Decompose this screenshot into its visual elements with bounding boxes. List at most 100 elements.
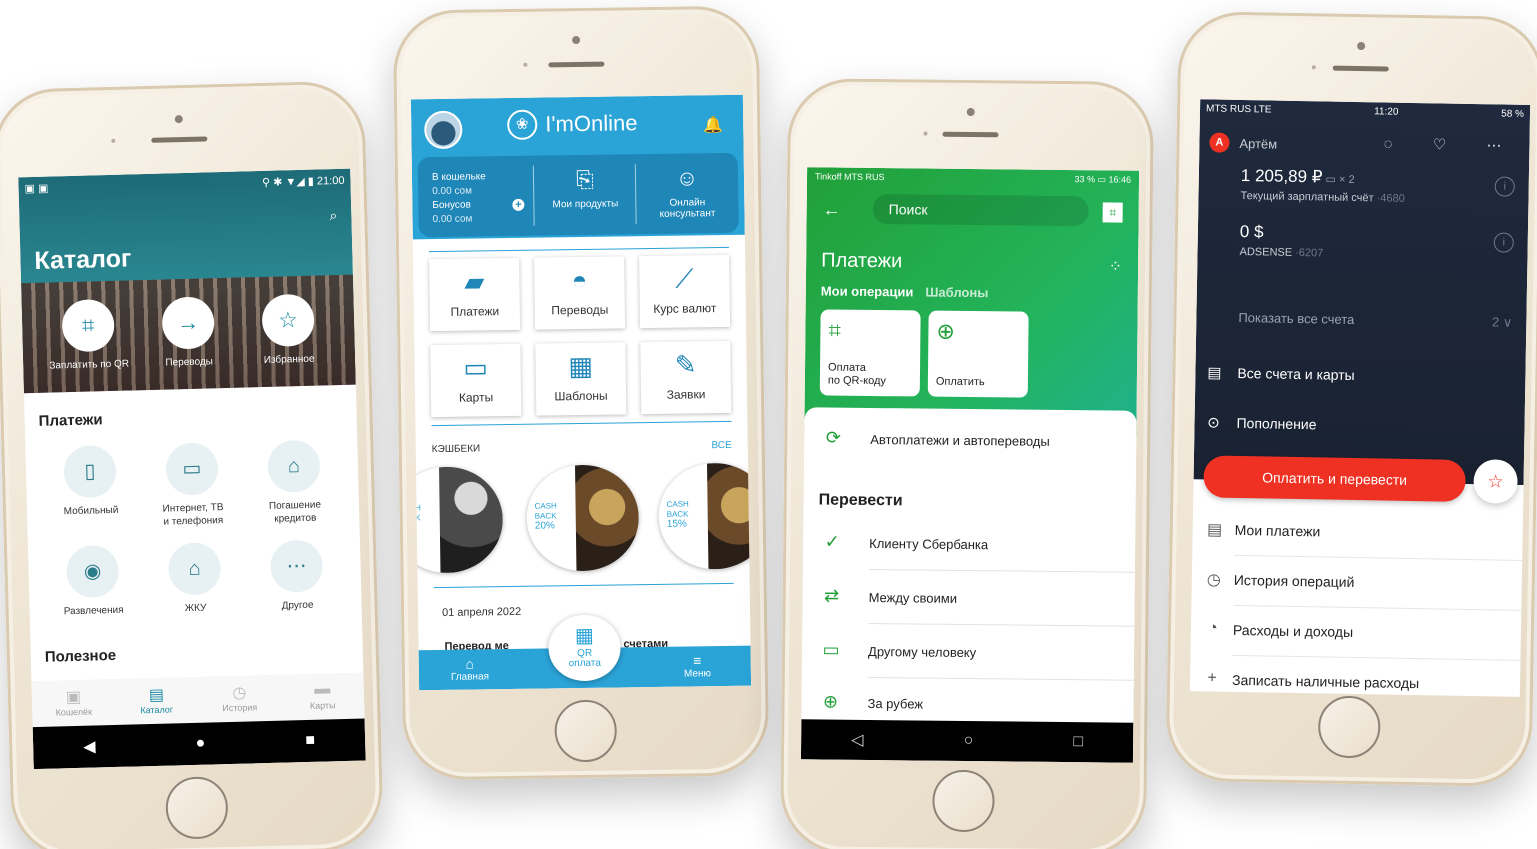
transfer-row-own-accounts[interactable]: ⇄ Между своими — [802, 571, 1135, 627]
menu-item-history[interactable]: ◷ История операций — [1191, 555, 1522, 611]
screen: MTS RUS LTE 11:20 58 % А Артём ◌ ♡ ⋯ 1 2… — [1189, 99, 1531, 697]
category-mobile[interactable]: ▯ Мобильный — [39, 444, 141, 519]
star-icon[interactable]: ☆ — [1473, 459, 1518, 504]
all-accounts-row[interactable]: ▤ Все счета и карты — [1205, 363, 1355, 384]
home-button[interactable] — [1317, 695, 1381, 759]
grid-icon[interactable]: ⁘ — [1109, 256, 1123, 276]
category-utilities[interactable]: ⌂ ЖКУ — [144, 542, 246, 617]
info-icon[interactable]: i — [1493, 232, 1514, 253]
qr-payment-card[interactable]: ⌗ Оплата по QR-коду — [819, 309, 921, 397]
back-icon[interactable]: ◁ — [851, 730, 864, 750]
divider — [431, 420, 732, 427]
home-button[interactable] — [932, 769, 995, 833]
tab-label: Главная — [450, 671, 490, 683]
home-button[interactable] — [554, 699, 618, 763]
tab-history[interactable]: ◷ История — [197, 675, 281, 723]
home-icon[interactable]: ○ — [964, 732, 974, 750]
category-label: ЖКУ — [184, 602, 207, 615]
cashback-card[interactable]: CASH BACK 15% — [657, 462, 752, 570]
recents-icon[interactable]: ■ — [305, 732, 315, 750]
home-button[interactable] — [165, 776, 229, 840]
app-name: I'mOnline — [545, 110, 638, 137]
category-internet-tv[interactable]: ▭ Интернет, ТВ и телефония — [141, 442, 243, 530]
menu-item-cash-expenses[interactable]: + Записать наличные расходы — [1190, 655, 1521, 697]
menu-item-expenses-income[interactable]: ◔ Расходы и доходы — [1191, 605, 1522, 661]
refresh-icon: ⟳ — [825, 427, 841, 448]
category-entertainment[interactable]: ◉ Развлечения — [42, 544, 144, 619]
tile-cards[interactable]: ▭ Карты — [430, 343, 522, 418]
account-balance[interactable]: 0 $ — [1240, 222, 1264, 242]
cashback-card[interactable]: CASH BACK 3% — [410, 466, 504, 574]
payments-header: Tinkoff MTS RUS 33 % ▭ 16:46 ← Поиск ⌗ П… — [804, 167, 1140, 436]
tile-currency-rates[interactable]: ⟋ Курс валют — [639, 254, 731, 329]
back-icon[interactable]: ◀ — [83, 737, 96, 757]
header-action-icons[interactable]: ◌ ♡ ⋯ — [1384, 134, 1520, 154]
back-arrow-icon[interactable]: ← — [823, 199, 841, 220]
status-carrier: MTS RUS LTE — [1205, 102, 1272, 115]
show-all-accounts-link[interactable]: Показать все счета — [1238, 310, 1354, 327]
search-icon[interactable]: ⌕ — [329, 207, 337, 224]
info-icon[interactable]: i — [1494, 176, 1515, 197]
quick-action-qr[interactable]: ⌗ Заплатить по QR — [49, 298, 129, 372]
status-carrier: Tinkoff MTS RUS — [814, 171, 885, 183]
my-products-button[interactable]: ⎘ Мои продукты — [534, 154, 637, 235]
consultant-button[interactable]: ☺ Онлайн консультант — [636, 153, 739, 234]
menu-item-my-payments[interactable]: ▤ Мои платежи — [1192, 505, 1523, 561]
wallet-summary[interactable]: В кошельке 0.00 сом Бонусов 0.00 сом + — [418, 156, 535, 238]
phone-catalog: ▣ ▣ ⚲ ✱ ▼◢ ▮ 21:00 ⌕ Каталог ⌗ Заплатить… — [0, 80, 385, 849]
tab-templates[interactable]: Шаблоны — [925, 285, 988, 301]
tab-home[interactable]: ⌂ Главная — [451, 655, 489, 683]
cashback-card[interactable]: CASH BACK 20% — [526, 464, 640, 572]
cashback-all-link[interactable]: ВСЕ — [711, 440, 731, 451]
quick-action-transfers[interactable]: → Переводы — [157, 296, 219, 369]
account-panel: В кошельке 0.00 сом Бонусов 0.00 сом + ⎘… — [417, 152, 739, 238]
pay-card[interactable]: ⊕ Оплатить — [927, 310, 1029, 398]
transfer-row-other-person[interactable]: ▭ Другому человеку — [802, 625, 1135, 681]
search-input[interactable]: Поиск — [872, 193, 1089, 227]
avatar[interactable] — [424, 110, 463, 150]
swap-icon: ⇄ — [824, 585, 840, 606]
wallet-value: 0.00 сом — [432, 185, 473, 198]
divider — [429, 246, 729, 253]
category-other[interactable]: ⋯ Другое — [246, 539, 348, 614]
home-icon: ⌂ — [465, 655, 475, 672]
tile-requests[interactable]: ✎ Заявки — [640, 340, 732, 415]
screen: ❀ I'mOnline 🔔 В кошельке 0.00 сом Бонусо… — [410, 94, 752, 691]
clock-icon: ◷ — [232, 684, 247, 702]
accounts-count[interactable]: 2 ∨ — [1492, 314, 1513, 330]
tab-my-operations[interactable]: Мои операции — [821, 283, 914, 299]
tabs: Мои операции Шаблоны — [821, 283, 989, 300]
cashback-percent: 20% — [534, 520, 555, 532]
tab-label: Меню — [683, 668, 712, 680]
tab-wallet[interactable]: ▣ Кошелёк — [31, 679, 115, 727]
tile-templates[interactable]: ▦ Шаблоны — [535, 342, 627, 416]
tab-menu[interactable]: ≡ Меню — [684, 652, 711, 679]
menu-item-label: Расходы и доходы — [1232, 621, 1354, 641]
add-icon[interactable]: + — [512, 198, 525, 211]
transfer-row-sber-client[interactable]: ✓ Клиенту Сбербанка — [803, 517, 1136, 573]
tab-cards[interactable]: ▬ Карты — [280, 672, 364, 720]
cards-icon: ▤ — [1207, 364, 1222, 382]
bell-icon[interactable]: 🔔 — [703, 115, 723, 135]
wallet-icon: ▣ — [65, 688, 82, 707]
home-icon[interactable]: ● — [195, 735, 205, 753]
tile-payments[interactable]: ▰ Платежи — [429, 257, 521, 332]
qr-scan-icon: ⌗ — [61, 298, 115, 353]
tab-label: История — [222, 702, 258, 714]
qr-scan-icon[interactable]: ⌗ — [1102, 202, 1123, 223]
tile-transfers[interactable]: ◓ Переводы — [534, 256, 626, 330]
tab-catalog[interactable]: ▤ Каталог — [114, 677, 198, 725]
autopay-row[interactable]: ⟳ Автоплатежи и автопереводы — [804, 413, 1137, 468]
consultant-label: Онлайн консультант — [659, 197, 716, 220]
quick-action-favorites[interactable]: ☆ Избранное — [257, 293, 319, 367]
account-balance[interactable]: 1 205,89 ₽ ▭ × 2 — [1241, 166, 1355, 188]
recents-icon[interactable]: □ — [1073, 733, 1083, 751]
clock-icon: ◷ — [1206, 571, 1221, 589]
status-battery: 58 % — [1501, 108, 1525, 120]
user-profile[interactable]: А Артём — [1209, 132, 1277, 153]
topup-row[interactable]: ⊙ Пополнение — [1204, 413, 1317, 433]
star-icon: ☆ — [261, 293, 315, 347]
category-loans[interactable]: ⌂ Погашение кредитов — [243, 439, 345, 527]
bonus-value: 0.00 сом — [432, 213, 473, 226]
pay-and-transfer-button[interactable]: Оплатить и перевести — [1203, 455, 1466, 502]
